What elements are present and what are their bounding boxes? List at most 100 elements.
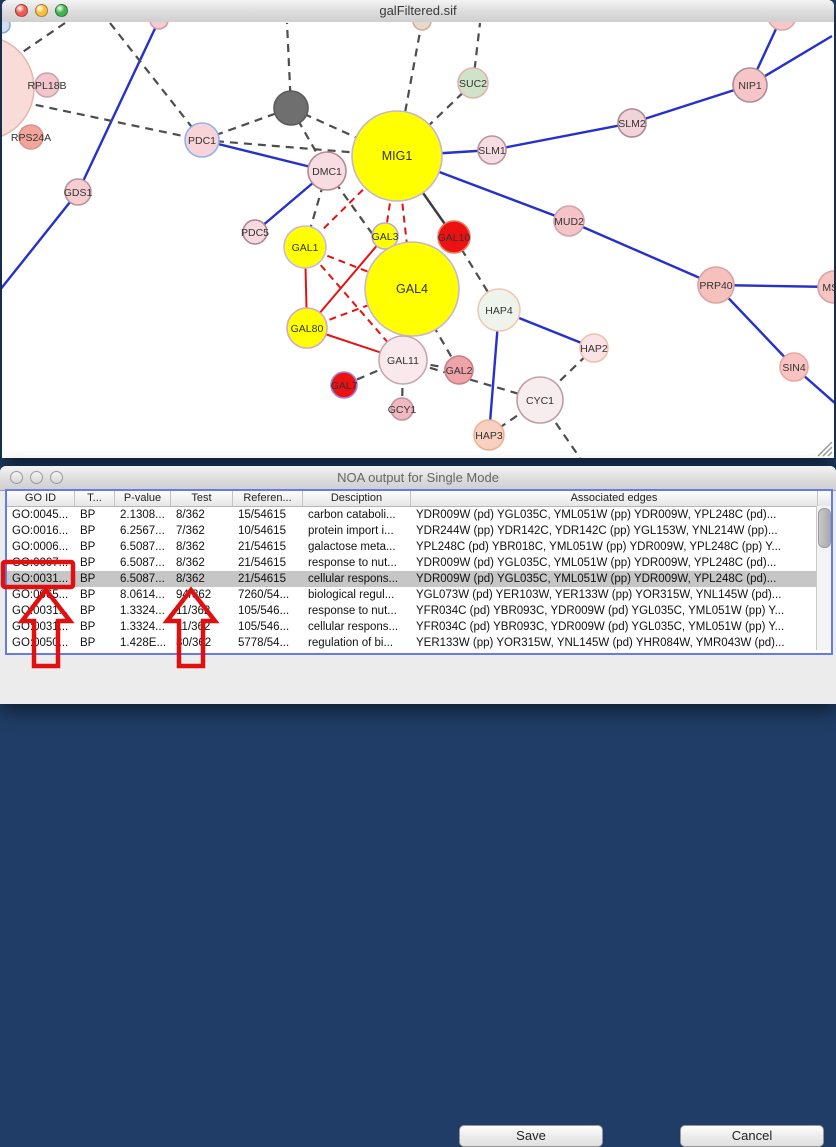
network-edge	[569, 221, 716, 285]
table-row[interactable]: GO:0016...BP6.2567...7/36210/54615protei…	[7, 523, 831, 539]
network-node[interactable]	[150, 22, 168, 29]
table-row[interactable]: GO:0065...BP8.0614...94/3627260/54...bio…	[7, 587, 831, 603]
table-cell: GO:0031...	[7, 619, 75, 635]
table-row[interactable]: GO:0031...BP1.3324...11/362105/546...cel…	[7, 619, 831, 635]
table-cell: BP	[75, 555, 115, 571]
network-edge	[78, 22, 159, 192]
network-window: galFiltered.sif RPL18BRPS24AGDS1PDC1DMC1…	[2, 0, 834, 458]
table-cell: 7260/54...	[233, 587, 303, 603]
table-row[interactable]: GO:0031...BP1.3324...11/362105/546...res…	[7, 603, 831, 619]
node-label: DMC1	[312, 166, 342, 178]
table-cell: 5778/54...	[233, 635, 303, 651]
table-cell: 8.0614...	[115, 587, 171, 603]
table-cell: 7/362	[171, 523, 233, 539]
table-cell: biological regul...	[303, 587, 411, 603]
table-cell: BP	[75, 507, 115, 523]
table-cell: 8/362	[171, 571, 233, 587]
table-cell: carbon cataboli...	[303, 507, 411, 523]
column-header-6[interactable]: Desciption	[303, 491, 411, 506]
table-cell: 8/362	[171, 507, 233, 523]
table-cell: 1.428E...	[115, 635, 171, 651]
node-label: GAL11	[387, 355, 419, 367]
table-cell: 105/546...	[233, 603, 303, 619]
network-node[interactable]	[274, 91, 308, 125]
node-label: SUC2	[459, 78, 487, 90]
table-row[interactable]: GO:0006...BP6.5087...8/36221/54615galact…	[7, 539, 831, 555]
table-row[interactable]: GO:0007...BP6.5087...8/36221/54615respon…	[7, 555, 831, 571]
table-cell: 80/362	[171, 635, 233, 651]
network-edge	[492, 123, 632, 150]
table-cell: 10/54615	[233, 523, 303, 539]
table-cell: 15/54615	[233, 507, 303, 523]
column-header-4[interactable]: Test	[171, 491, 233, 506]
table-cell: YFR034C (pd) YBR093C, YDR009W (pd) YGL03…	[411, 619, 818, 635]
table-cell: YDR009W (pd) YGL035C, YML051W (pp) YDR00…	[411, 571, 818, 587]
table-cell: 6.5087...	[115, 539, 171, 555]
node-label: GAL1	[292, 242, 319, 254]
scrollbar-thumb[interactable]	[818, 508, 831, 548]
node-label: SLM2	[618, 118, 646, 130]
table-cell: BP	[75, 587, 115, 603]
table-cell: 6.5087...	[115, 555, 171, 571]
network-window-titlebar[interactable]: galFiltered.sif	[2, 0, 834, 23]
table-row[interactable]: GO:0050...BP1.428E...80/3625778/54...reg…	[7, 635, 831, 651]
table-cell: YDR244W (pp) YDR142C, YDR142C (pp) YGL15…	[411, 523, 818, 539]
node-label: RPL18B	[27, 80, 66, 92]
node-label: GAL4	[396, 282, 428, 296]
table-cell: response to nut...	[303, 603, 411, 619]
node-label: MIG1	[382, 149, 413, 163]
node-label: PRP40	[699, 280, 732, 292]
table-cell: GO:0016...	[7, 523, 75, 539]
network-window-title: galFiltered.sif	[2, 3, 834, 18]
table-cell: 21/54615	[233, 555, 303, 571]
table-row[interactable]: GO:0031...BP6.5087...8/36221/54615cellul…	[7, 571, 831, 587]
table-cell: GO:0031...	[7, 603, 75, 619]
node-label: CYC1	[526, 395, 554, 407]
resize-grip[interactable]	[818, 442, 832, 456]
column-header-5[interactable]: Referen...	[233, 491, 303, 506]
column-header-1[interactable]: GO ID	[7, 491, 75, 506]
node-label: HAP4	[485, 305, 513, 317]
noa-window-titlebar[interactable]: NOA output for Single Mode	[0, 466, 836, 491]
node-label: MUD2	[554, 216, 584, 228]
table-cell: YFR034C (pd) YBR093C, YDR009W (pd) YGL03…	[411, 603, 818, 619]
column-header-3[interactable]: P-value	[115, 491, 171, 506]
node-label: PDC1	[188, 135, 216, 147]
table-cell: 6.5087...	[115, 571, 171, 587]
table-cell: YGL073W (pd) YER103W, YER133W (pp) YOR31…	[411, 587, 818, 603]
table-cell: 2.1308...	[115, 507, 171, 523]
table-cell: 1.3324...	[115, 603, 171, 619]
column-header-7[interactable]: Associated edges	[411, 491, 818, 506]
noa-window-title: NOA output for Single Mode	[0, 470, 836, 485]
network-graph: RPL18BRPS24AGDS1PDC1DMC1MIG1SUC2SLM1SLM2…	[2, 22, 834, 458]
table-cell: GO:0050...	[7, 635, 75, 651]
cancel-button[interactable]: Cancel	[680, 1125, 824, 1147]
node-label: RPS24A	[11, 132, 51, 144]
network-canvas[interactable]: RPL18BRPS24AGDS1PDC1DMC1MIG1SUC2SLM1SLM2…	[2, 22, 834, 458]
table-cell: cellular respons...	[303, 619, 411, 635]
table-cell: 1.3324...	[115, 619, 171, 635]
table-cell: 11/362	[171, 619, 233, 635]
table-cell: GO:0007...	[7, 555, 75, 571]
node-label: HAP2	[580, 343, 608, 355]
save-button[interactable]: Save	[459, 1125, 603, 1147]
vertical-scrollbar[interactable]	[816, 506, 831, 650]
table-row[interactable]: GO:0045...BP2.1308...8/36215/54615carbon…	[7, 507, 831, 523]
column-header-2[interactable]: T...	[75, 491, 115, 506]
table-cell: 21/54615	[233, 539, 303, 555]
node-label: GAL7	[331, 380, 358, 392]
table-cell: 6.2567...	[115, 523, 171, 539]
desktop: { "network_window": { "title": "galFilte…	[0, 0, 836, 704]
table-cell: 94/362	[171, 587, 233, 603]
table-cell: 11/362	[171, 603, 233, 619]
network-node[interactable]	[2, 22, 10, 33]
table-cell: BP	[75, 523, 115, 539]
table-cell: 8/362	[171, 555, 233, 571]
network-node[interactable]	[413, 22, 431, 30]
table-cell: galactose meta...	[303, 539, 411, 555]
table-cell: YDR009W (pd) YGL035C, YML051W (pp) YDR00…	[411, 555, 818, 571]
network-node[interactable]	[768, 22, 796, 30]
table-cell: GO:0045...	[7, 507, 75, 523]
node-label: PDC5	[241, 227, 269, 239]
table-cell: GO:0031...	[7, 571, 75, 587]
